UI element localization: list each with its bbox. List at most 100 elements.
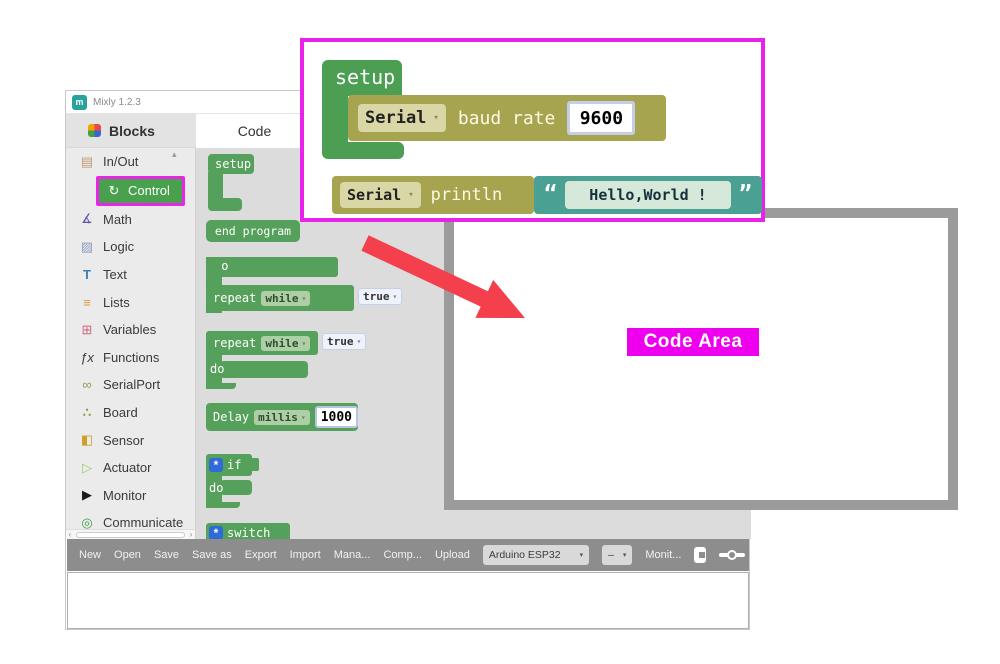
block-setup[interactable]: setup	[322, 60, 402, 96]
open-quote-icon: “	[544, 182, 558, 207]
monitor-icon: ▶	[82, 487, 92, 503]
example-blocks-callout: setup Serial ▾ baud rate 9600 Serial ▾ p…	[300, 38, 765, 222]
block-switch[interactable]: * switch	[206, 523, 290, 539]
code-area-label: Code Area	[627, 328, 759, 356]
compile-button[interactable]: Comp...	[383, 549, 422, 561]
delay-value-field[interactable]: 1000	[314, 406, 358, 428]
blocks-header: Blocks	[66, 114, 196, 148]
sensor-icon: ◧	[80, 432, 94, 448]
sidebar-item-label: Variables	[103, 322, 157, 338]
string-value-field[interactable]: Hello,World !	[565, 181, 731, 209]
window-title: Mixly 1.2.3	[93, 96, 141, 108]
category-sidebar: ▤ In/Out ↻ Control ∡ Math ▨ Logic T Text…	[66, 148, 196, 539]
serialport-icon: ∞	[82, 377, 92, 393]
chevron-down-icon: ▾	[579, 552, 584, 559]
sidebar-scroll-up-icon[interactable]: ▴	[172, 149, 177, 160]
dropdown-arrow-icon: ▾	[356, 337, 362, 346]
sidebar-item-variables[interactable]: ⊞ Variables	[66, 316, 195, 344]
block-repeat-while-do[interactable]: repeat while ▾ true ▾ do	[206, 331, 406, 389]
baud-rate-field[interactable]: 9600	[567, 101, 636, 135]
sidebar-item-label: In/Out	[103, 154, 139, 170]
gear-icon[interactable]: *	[209, 458, 223, 472]
while-dropdown[interactable]: while ▾	[261, 335, 311, 351]
sidebar-item-label: Functions	[103, 349, 160, 365]
sidebar-item-control[interactable]: ↻ Control	[96, 175, 185, 206]
sidebar-item-label: Logic	[103, 239, 135, 255]
sidebar-item-label: Control	[128, 183, 170, 199]
board-select[interactable]: Arduino ESP32 ▾	[482, 545, 590, 565]
blocks-label: Blocks	[109, 122, 155, 139]
serial-monitor-button[interactable]: Monit...	[645, 549, 681, 561]
block-delay[interactable]: Delay millis ▾ 1000	[206, 403, 358, 431]
port-select[interactable]: – ▾	[602, 545, 633, 565]
dropdown-arrow-icon: ▾	[301, 338, 307, 348]
sidebar-item-label: Sensor	[103, 432, 145, 448]
sidebar-item-actuator[interactable]: ▷ Actuator	[66, 454, 195, 482]
functions-icon: ƒx	[80, 349, 94, 365]
scroll-right-icon[interactable]: ›	[187, 530, 195, 539]
chevron-down-icon: ▾	[622, 552, 627, 559]
control-icon: ↻	[108, 182, 120, 198]
gear-icon[interactable]: *	[209, 526, 223, 539]
dropdown-arrow-icon: ▾	[392, 292, 398, 301]
connection-slider-icon[interactable]	[718, 549, 745, 561]
close-quote-icon: ”	[738, 182, 752, 207]
sidebar-item-label: Math	[103, 211, 132, 227]
sidebar-item-label: SerialPort	[103, 377, 161, 393]
logic-icon: ▨	[80, 238, 94, 254]
sidebar-item-label: Text	[103, 267, 127, 283]
sidebar-item-monitor[interactable]: ▶ Monitor	[66, 482, 195, 510]
block-serial-println[interactable]: Serial ▾ println	[332, 176, 534, 214]
text-icon: T	[83, 267, 91, 283]
block-if-do[interactable]: * if do	[206, 454, 266, 508]
new-button[interactable]: New	[79, 549, 101, 561]
code-area-box[interactable]: Code Area	[444, 208, 958, 510]
block-serial-baud-rate[interactable]: Serial ▾ baud rate 9600	[348, 95, 666, 141]
sidebar-item-board[interactable]: ∴ Board	[66, 399, 195, 427]
inout-icon: ▤	[80, 153, 94, 169]
lists-icon: ≡	[83, 294, 91, 310]
sidebar-item-logic[interactable]: ▨ Logic	[66, 233, 195, 261]
chip-icon[interactable]	[694, 547, 706, 563]
sidebar-item-label: Board	[103, 405, 138, 421]
sidebar-item-math[interactable]: ∡ Math	[66, 206, 195, 234]
block-end-program[interactable]: end program	[206, 220, 300, 242]
sidebar-item-label: Actuator	[103, 460, 152, 476]
true-value-block[interactable]: true ▾	[358, 288, 403, 305]
block-string-value[interactable]: “ Hello,World ! ”	[534, 176, 762, 214]
while-dropdown[interactable]: while ▾	[261, 290, 311, 306]
actuator-icon: ▷	[82, 459, 92, 475]
screenshot-stage: m Mixly 1.2.3 Blocks Code ▤ In/Out ↻ Con…	[0, 0, 1000, 664]
serial-dropdown[interactable]: Serial ▾	[358, 104, 446, 132]
sidebar-item-sensor[interactable]: ◧ Sensor	[66, 426, 195, 454]
sidebar-item-text[interactable]: T Text	[66, 261, 195, 289]
sidebar-item-serialport[interactable]: ∞ SerialPort	[66, 371, 195, 399]
bottom-toolbar: New Open Save Save as Export Import Mana…	[67, 539, 749, 571]
save-as-button[interactable]: Save as	[192, 549, 232, 561]
dropdown-arrow-icon: ▾	[408, 190, 414, 200]
message-output-panel[interactable]	[67, 572, 749, 629]
math-icon: ∡	[81, 211, 93, 227]
sidebar-item-lists[interactable]: ≡ Lists	[66, 288, 195, 316]
manager-button[interactable]: Mana...	[334, 549, 371, 561]
sidebar-scrollbar-thumb[interactable]	[76, 531, 185, 538]
sidebar-item-label: Lists	[103, 294, 130, 310]
dropdown-arrow-icon: ▾	[301, 293, 307, 303]
scroll-left-icon[interactable]: ‹	[66, 530, 74, 539]
tab-code[interactable]: Code	[196, 114, 314, 148]
dropdown-arrow-icon: ▾	[433, 113, 439, 123]
dropdown-arrow-icon: ▾	[300, 412, 306, 422]
sidebar-item-functions[interactable]: ƒx Functions	[66, 344, 195, 372]
puzzle-icon	[88, 124, 101, 137]
import-button[interactable]: Import	[290, 549, 321, 561]
export-button[interactable]: Export	[245, 549, 277, 561]
upload-button[interactable]: Upload	[435, 549, 470, 561]
true-value-block[interactable]: true ▾	[322, 333, 367, 350]
millis-dropdown[interactable]: millis ▾	[254, 409, 310, 425]
sidebar-horizontal-scrollbar[interactable]: ‹ ›	[66, 529, 195, 539]
serial-dropdown[interactable]: Serial ▾	[340, 182, 421, 208]
variables-icon: ⊞	[81, 321, 93, 337]
save-button[interactable]: Save	[154, 549, 179, 561]
open-button[interactable]: Open	[114, 549, 141, 561]
block-do-repeat-while[interactable]: do repeat while▾ true▾	[206, 257, 403, 315]
